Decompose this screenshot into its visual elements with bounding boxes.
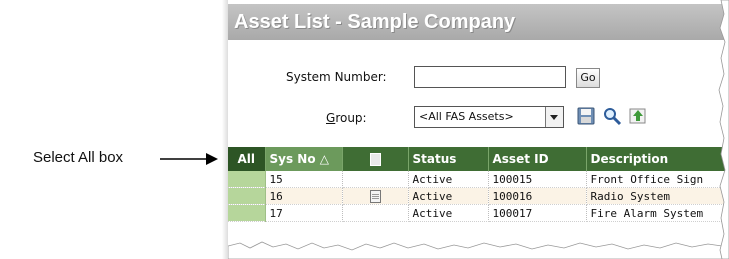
asset-list-panel: Asset List - Sample Company System Numbe… [228, 0, 729, 259]
column-header-asset-id[interactable]: Asset ID [488, 147, 587, 171]
cell-sys-no: 15 [265, 171, 343, 188]
go-button[interactable]: Go [576, 68, 600, 88]
document-icon [369, 153, 381, 166]
select-all-box[interactable]: All [228, 147, 266, 171]
cell-description: Front Office Sign [586, 171, 729, 188]
system-number-input[interactable] [414, 66, 566, 88]
asset-grid: All Sys No △ Status Asset ID Description… [228, 147, 729, 222]
cell-status: Active [408, 204, 489, 222]
cell-description: Fire Alarm System [586, 204, 729, 222]
table-row[interactable]: 15 Active 100015 Front Office Sign [228, 171, 729, 188]
row-select-cell[interactable] [228, 171, 266, 188]
cell-status: Active [408, 171, 489, 188]
cell-status: Active [408, 187, 489, 205]
column-header-description[interactable]: Description [586, 147, 729, 171]
grid-header-row: All Sys No △ Status Asset ID Description [228, 147, 729, 171]
cell-asset-id: 100017 [488, 204, 587, 222]
row-select-cell[interactable] [228, 204, 266, 222]
export-icon[interactable] [628, 106, 648, 126]
cell-sys-no: 17 [265, 204, 343, 222]
cell-document[interactable] [342, 187, 409, 205]
group-label: Group: [326, 111, 367, 125]
group-select[interactable]: <All FAS Assets> [414, 106, 564, 128]
cell-asset-id: 100015 [488, 171, 587, 188]
torn-edge-right [718, 0, 729, 259]
cell-document [342, 171, 409, 188]
search-icon[interactable] [602, 106, 622, 126]
column-header-status[interactable]: Status [408, 147, 489, 171]
sort-ascending-icon: △ [319, 152, 329, 166]
group-select-value: <All FAS Assets> [419, 110, 514, 123]
group-label-text: roup: [335, 111, 367, 125]
cell-description: Radio System [586, 187, 729, 205]
save-icon[interactable] [576, 106, 596, 126]
cell-asset-id: 100016 [488, 187, 587, 205]
cell-document [342, 204, 409, 222]
cell-sys-no: 16 [265, 187, 343, 205]
row-select-cell[interactable] [228, 187, 266, 205]
system-number-label: System Number: [286, 70, 387, 84]
column-header-sys-no-label: Sys No [269, 152, 316, 166]
column-header-sys-no[interactable]: Sys No △ [265, 147, 343, 171]
group-label-accesskey: G [326, 111, 336, 125]
title-bar: Asset List - Sample Company [228, 4, 729, 40]
torn-edge-bottom [228, 241, 729, 259]
document-icon[interactable] [369, 189, 381, 203]
table-row[interactable]: 17 Active 100017 Fire Alarm System [228, 204, 729, 222]
table-row[interactable]: 16 Active 100016 Radio System [228, 187, 729, 205]
callout-arrow-icon [160, 153, 218, 165]
page-title: Asset List - Sample Company [234, 11, 516, 33]
chevron-down-icon[interactable] [545, 107, 563, 127]
column-header-document[interactable] [342, 147, 409, 171]
